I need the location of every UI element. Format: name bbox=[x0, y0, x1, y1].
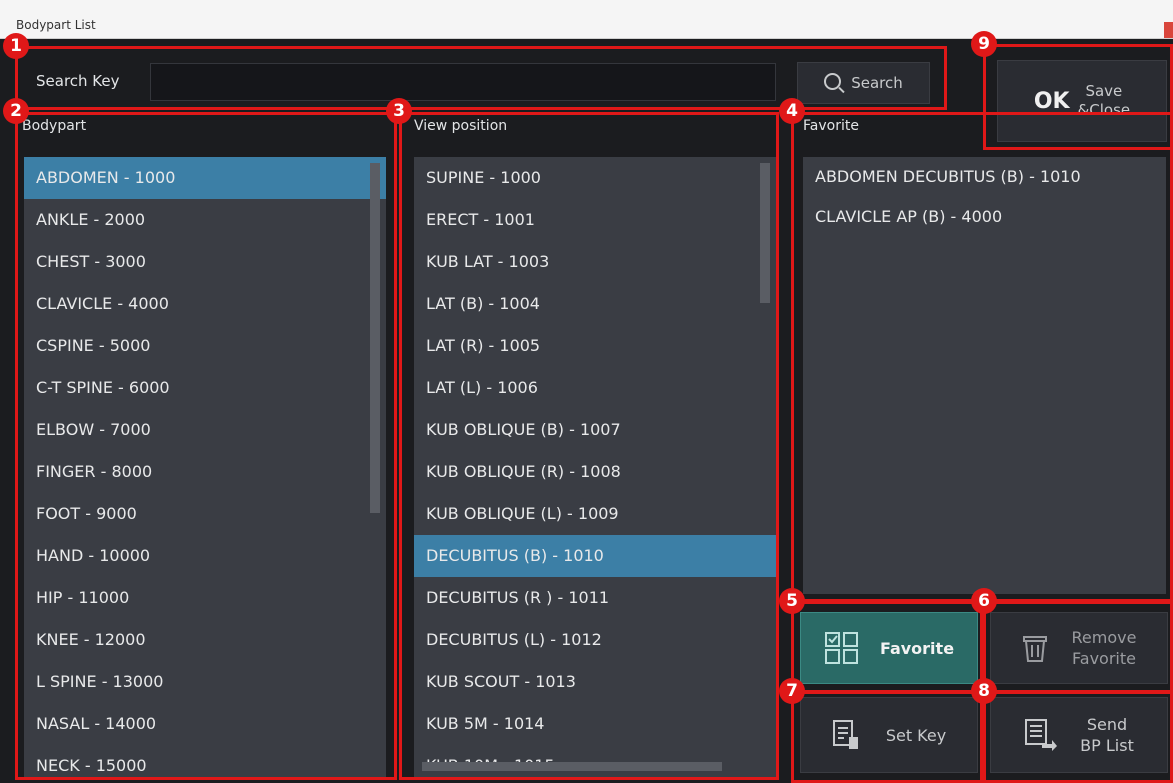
set-key-button[interactable]: Set Key bbox=[800, 697, 978, 773]
list-item[interactable]: HAND - 10000 bbox=[24, 535, 386, 577]
callout-badge: 9 bbox=[971, 31, 997, 57]
bodypart-header: Bodypart bbox=[22, 118, 87, 134]
callout-badge: 3 bbox=[386, 98, 412, 124]
list-item[interactable]: LAT (R) - 1005 bbox=[414, 325, 776, 367]
favorite-header: Favorite bbox=[803, 118, 859, 134]
view-position-scrollbar-vertical[interactable] bbox=[760, 163, 770, 303]
send-bp-list-button[interactable]: Send BP List bbox=[990, 697, 1168, 773]
callout-badge: 6 bbox=[971, 588, 997, 614]
window-title: Bodypart List bbox=[16, 18, 96, 32]
list-item[interactable]: DECUBITUS (L) - 1012 bbox=[414, 619, 776, 661]
title-bar: Bodypart List bbox=[0, 0, 1173, 39]
list-item[interactable]: CLAVICLE AP (B) - 4000 bbox=[803, 197, 1166, 237]
search-icon bbox=[824, 72, 842, 90]
list-item[interactable]: NECK - 15000 bbox=[24, 745, 386, 777]
list-item[interactable]: SUPINE - 1000 bbox=[414, 157, 776, 199]
list-item[interactable]: CLAVICLE - 4000 bbox=[24, 283, 386, 325]
document-key-icon bbox=[832, 720, 858, 749]
list-item[interactable]: CSPINE - 5000 bbox=[24, 325, 386, 367]
list-item[interactable]: C-T SPINE - 6000 bbox=[24, 367, 386, 409]
callout-badge: 4 bbox=[779, 98, 805, 124]
callout-badge: 8 bbox=[971, 678, 997, 704]
list-item[interactable]: ELBOW - 7000 bbox=[24, 409, 386, 451]
remove-favorite-button[interactable]: Remove Favorite bbox=[990, 612, 1168, 684]
favorite-grid-icon bbox=[824, 632, 858, 664]
callout-badge: 1 bbox=[3, 33, 29, 59]
list-item[interactable]: DECUBITUS (R ) - 1011 bbox=[414, 577, 776, 619]
favorite-button[interactable]: Favorite bbox=[800, 612, 978, 684]
list-item[interactable]: ABDOMEN DECUBITUS (B) - 1010 bbox=[803, 157, 1166, 197]
list-item[interactable]: ABDOMEN - 1000 bbox=[24, 157, 386, 199]
bodypart-scrollbar[interactable] bbox=[370, 163, 380, 513]
search-input[interactable] bbox=[150, 63, 776, 101]
list-item[interactable]: CHEST - 3000 bbox=[24, 241, 386, 283]
bodypart-list[interactable]: ABDOMEN - 1000 ANKLE - 2000 CHEST - 3000… bbox=[24, 157, 386, 777]
set-key-label: Set Key bbox=[885, 725, 947, 745]
list-item[interactable]: KUB 10M - 1015 bbox=[414, 745, 776, 777]
list-item[interactable]: LAT (L) - 1006 bbox=[414, 367, 776, 409]
search-button-label: Search bbox=[851, 74, 903, 92]
favorite-button-label: Favorite bbox=[879, 638, 955, 658]
callout-badge: 7 bbox=[779, 678, 805, 704]
search-key-label: Search Key bbox=[36, 72, 120, 90]
remove-favorite-label: Favorite bbox=[1072, 649, 1136, 668]
list-item[interactable]: ERECT - 1001 bbox=[414, 199, 776, 241]
remove-label: Remove bbox=[1071, 628, 1137, 647]
search-button[interactable]: Search bbox=[797, 62, 930, 104]
list-item[interactable]: KUB LAT - 1003 bbox=[414, 241, 776, 283]
close-label: &Close bbox=[1077, 101, 1131, 119]
list-item[interactable]: KUB OBLIQUE (R) - 1008 bbox=[414, 451, 776, 493]
list-item[interactable]: KNEE - 12000 bbox=[24, 619, 386, 661]
view-position-list[interactable]: SUPINE - 1000 ERECT - 1001 KUB LAT - 100… bbox=[414, 157, 776, 777]
ok-label: OK bbox=[1033, 88, 1070, 114]
list-item[interactable]: DECUBITUS (B) - 1010 bbox=[414, 535, 776, 577]
view-position-scrollbar-horizontal[interactable] bbox=[422, 762, 722, 771]
list-item[interactable]: NASAL - 14000 bbox=[24, 703, 386, 745]
send-label: Send bbox=[1086, 715, 1128, 734]
list-item[interactable]: KUB SCOUT - 1013 bbox=[414, 661, 776, 703]
save-label: Save bbox=[1085, 82, 1123, 100]
bp-list-label: BP List bbox=[1080, 736, 1134, 755]
list-item[interactable]: KUB OBLIQUE (B) - 1007 bbox=[414, 409, 776, 451]
list-item[interactable]: FINGER - 8000 bbox=[24, 451, 386, 493]
send-list-icon bbox=[1025, 719, 1058, 751]
callout-badge: 5 bbox=[779, 588, 805, 614]
list-item[interactable]: L SPINE - 13000 bbox=[24, 661, 386, 703]
list-item[interactable]: HIP - 11000 bbox=[24, 577, 386, 619]
list-item[interactable]: KUB OBLIQUE (L) - 1009 bbox=[414, 493, 776, 535]
close-icon[interactable] bbox=[1164, 22, 1173, 38]
save-close-button[interactable]: OK Save &Close bbox=[997, 60, 1167, 142]
favorite-list[interactable]: ABDOMEN DECUBITUS (B) - 1010 CLAVICLE AP… bbox=[803, 157, 1166, 594]
list-item[interactable]: ANKLE - 2000 bbox=[24, 199, 386, 241]
list-item[interactable]: LAT (B) - 1004 bbox=[414, 283, 776, 325]
view-position-header: View position bbox=[414, 118, 508, 134]
list-item[interactable]: FOOT - 9000 bbox=[24, 493, 386, 535]
list-item[interactable]: KUB 5M - 1014 bbox=[414, 703, 776, 745]
trash-icon bbox=[1022, 636, 1047, 662]
callout-badge: 2 bbox=[3, 98, 29, 124]
